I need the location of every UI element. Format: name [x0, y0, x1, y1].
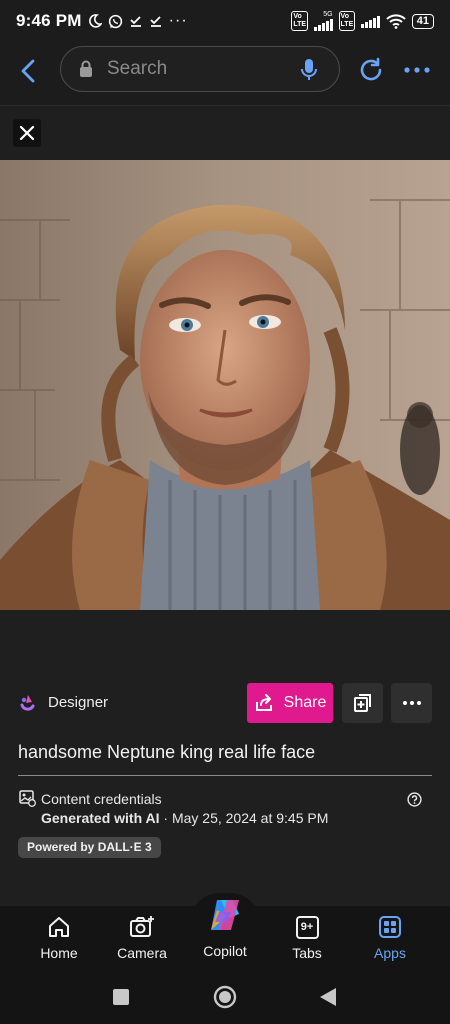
whatsapp-icon: [108, 14, 122, 28]
nav-tabs[interactable]: 9+ Tabs: [272, 914, 342, 961]
prompt-text: handsome Neptune king real life face: [18, 742, 316, 762]
more-options-icon[interactable]: [402, 56, 432, 84]
browser-toolbar: [0, 42, 450, 106]
divider: [18, 775, 432, 776]
download-done-icon: [150, 16, 161, 27]
content-credentials-title: Content credentials: [41, 791, 162, 807]
copilot-icon: [211, 900, 239, 930]
download-done-icon: [130, 16, 141, 27]
copy-image-button[interactable]: [342, 683, 383, 723]
close-button[interactable]: [13, 119, 41, 147]
nav-home[interactable]: Home: [24, 914, 94, 961]
bottom-navigation: Home Camera Copilot 9+ Tabs Apps: [0, 900, 450, 970]
tabs-icon: 9+: [295, 915, 319, 939]
status-notification-icons: ···: [88, 12, 188, 30]
nav-apps[interactable]: Apps: [355, 914, 425, 961]
battery-indicator: 41: [411, 13, 434, 29]
status-system-icons: Vo LTE 5G Vo LTE 41: [291, 11, 434, 31]
home-circle-icon[interactable]: [213, 985, 237, 1009]
more-dots-icon: ···: [168, 12, 188, 29]
apps-icon: [379, 916, 401, 938]
refresh-icon[interactable]: [357, 56, 385, 84]
close-icon: [19, 125, 35, 141]
designer-logo-icon: [20, 695, 35, 711]
more-horizontal-icon: [402, 701, 421, 705]
volte-icon: Vo LTE: [291, 11, 309, 31]
share-icon: [255, 694, 272, 711]
back-arrow-icon[interactable]: [14, 56, 44, 86]
volte-icon-2: Vo LTE: [338, 11, 356, 31]
nav-tabs-label: Tabs: [292, 945, 322, 961]
content-credentials-icon: [19, 790, 36, 807]
nav-copilot-label: Copilot: [203, 943, 247, 959]
nav-apps-label: Apps: [374, 945, 406, 961]
status-time: 9:46 PM: [16, 11, 82, 30]
copy-add-icon: [353, 694, 371, 712]
recents-icon[interactable]: [112, 988, 130, 1006]
network-label: 5G: [323, 11, 333, 18]
camera-icon: [130, 916, 154, 937]
back-triangle-icon[interactable]: [319, 987, 337, 1007]
system-navigation-bar: [0, 970, 450, 1024]
microphone-icon[interactable]: [301, 58, 317, 82]
nav-home-label: Home: [40, 945, 78, 961]
generated-with-ai: Generated with AI: [41, 810, 160, 826]
designer-label: Designer: [48, 693, 109, 711]
generated-date: · May 25, 2024 at 9:45 PM: [159, 810, 329, 826]
generated-info: Generated with AI · May 25, 2024 at 9:45…: [41, 810, 328, 826]
nav-camera-label: Camera: [117, 945, 167, 961]
more-actions-button[interactable]: [391, 683, 432, 723]
nav-camera[interactable]: Camera: [107, 914, 177, 961]
share-label: Share: [283, 694, 327, 711]
wifi-icon: [386, 13, 406, 29]
designer-attribution: Designer: [18, 692, 108, 712]
help-icon[interactable]: [407, 792, 422, 807]
moon-icon: [88, 14, 102, 28]
nav-copilot[interactable]: Copilot: [190, 898, 260, 959]
powered-by-badge: Powered by DALL·E 3: [18, 837, 161, 858]
home-icon: [49, 917, 69, 937]
lock-icon: [80, 60, 92, 77]
signal-icon-2: [361, 15, 380, 28]
share-button[interactable]: Share: [247, 683, 333, 723]
generated-image[interactable]: [0, 160, 450, 610]
address-bar[interactable]: [60, 46, 340, 92]
search-input[interactable]: [107, 57, 287, 81]
status-bar: 9:46 PM ··· Vo LTE 5G Vo LTE 41: [0, 0, 450, 42]
signal-icon: [314, 18, 333, 31]
